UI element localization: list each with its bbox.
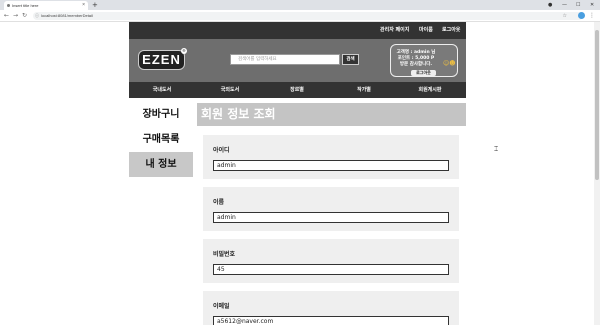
field-label: 비밀번호 [213, 251, 236, 258]
side-menu-my-info[interactable]: 내 정보 [129, 152, 193, 177]
password-input[interactable]: 45 [213, 264, 449, 275]
page-viewport: 관리자 페이지 마이룸 로그아웃 EZEN ® 검색어를 입력하세요 검색 고객… [0, 22, 594, 325]
page-title: 회원 정보 조회 [197, 103, 466, 126]
search-button[interactable]: 검색 [342, 54, 359, 65]
nav-foreign-books[interactable]: 국외도서 [221, 82, 239, 98]
scrollbar-thumb[interactable] [595, 30, 599, 180]
user-info-box: 고객명 : admin 님 포인트 : 5,000 P 방문 감사합니다. ☺☻… [390, 44, 458, 77]
field-name: 이름 admin [203, 187, 459, 231]
page-favicon-icon [7, 4, 10, 7]
nav-by-genre[interactable]: 장르별 [290, 82, 304, 98]
logout-button[interactable]: 로그아웃 [411, 70, 436, 76]
myroom-link[interactable]: 마이룸 [419, 22, 433, 39]
tab-close-icon[interactable]: × [82, 1, 85, 10]
logo-text: EZEN [142, 52, 181, 67]
window-close-icon[interactable]: ✕ [590, 0, 594, 10]
side-menu-cart[interactable]: 장바구니 [129, 102, 193, 127]
nav-member-board[interactable]: 회원게시판 [418, 82, 441, 98]
new-tab-icon[interactable]: + [92, 0, 98, 10]
back-icon[interactable]: ← [4, 11, 9, 21]
profile-icon[interactable]: ● [548, 0, 552, 10]
logout-link[interactable]: 로그아웃 [442, 22, 460, 39]
bookmark-star-icon[interactable]: ☆ [563, 12, 567, 20]
address-bar-row: ← → ↻ ⓘ localhost:8081/memberDetail ☆ ⋮ [0, 10, 600, 22]
registered-mark-icon: ® [181, 48, 187, 54]
minimize-icon[interactable]: — [562, 0, 567, 10]
site-header: EZEN ® 검색어를 입력하세요 검색 고객명 : admin 님 포인트 :… [129, 39, 466, 82]
site-info-icon[interactable]: ⓘ [35, 12, 39, 20]
mouse-cursor-icon: ⌶ [494, 145, 499, 153]
field-label: 아이디 [213, 147, 230, 154]
side-menu-orders[interactable]: 구매목록 [129, 127, 193, 152]
maximize-icon[interactable]: ☐ [576, 0, 580, 10]
browser-tab[interactable]: Insert title here × [4, 1, 88, 10]
site-logo[interactable]: EZEN ® [138, 48, 187, 70]
reload-icon[interactable]: ↻ [22, 11, 27, 21]
url-field[interactable]: ⓘ localhost:8081/memberDetail ☆ [33, 12, 583, 20]
browser-tab-bar: Insert title here × + ● — ☐ ✕ [0, 0, 600, 10]
page-scrollbar[interactable] [594, 22, 600, 325]
menu-kebab-icon[interactable]: ⋮ [589, 11, 595, 21]
forward-icon[interactable]: → [13, 11, 18, 21]
email-input[interactable]: a5612@naver.com [213, 316, 449, 325]
id-input[interactable]: admin [213, 160, 449, 171]
extension-icon[interactable] [578, 12, 585, 19]
tab-title: Insert title here [12, 3, 39, 8]
nav-by-author[interactable]: 작가별 [357, 82, 371, 98]
field-password: 비밀번호 45 [203, 239, 459, 283]
admin-page-link[interactable]: 관리자 페이지 [380, 22, 409, 39]
top-links-bar: 관리자 페이지 마이룸 로그아웃 [129, 22, 466, 39]
search-input[interactable]: 검색어를 입력하세요 [230, 54, 340, 65]
field-email: 이메일 a5612@naver.com [203, 291, 459, 325]
smile-icon: ☺☻ [443, 60, 456, 67]
name-input[interactable]: admin [213, 212, 449, 223]
url-text: localhost:8081/memberDetail [41, 13, 93, 18]
category-nav: 국내도서 국외도서 장르별 작가별 회원게시판 [129, 82, 466, 98]
nav-domestic-books[interactable]: 국내도서 [153, 82, 171, 98]
user-thanks: 방문 감사합니다. [399, 62, 433, 67]
field-label: 이메일 [213, 303, 230, 310]
field-id: 아이디 admin [203, 135, 459, 179]
field-label: 이름 [213, 199, 225, 206]
